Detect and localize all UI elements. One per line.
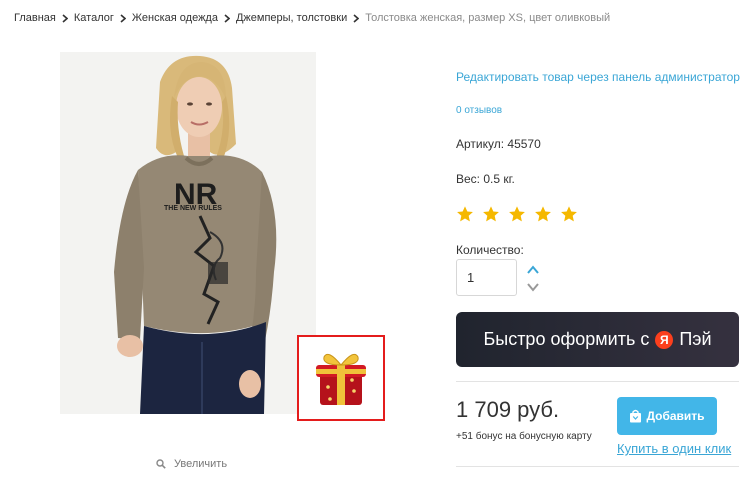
zoom-button[interactable]: Увеличить — [156, 458, 227, 470]
search-icon — [156, 459, 166, 469]
yandex-logo-icon: Я — [655, 330, 674, 349]
yandex-pay-text: Быстро оформить с — [483, 329, 650, 349]
quantity-input[interactable] — [456, 259, 517, 296]
star-icon[interactable] — [482, 205, 500, 223]
chevron-right-icon — [120, 13, 126, 23]
buy-one-click-link[interactable]: Купить в один клик — [617, 441, 731, 456]
chevron-right-icon — [353, 13, 360, 23]
chevron-down-icon[interactable] — [527, 282, 539, 292]
print-subtext: THE NEW RULES — [164, 205, 222, 212]
product-photo-illustration: NR THE NEW RULES — [60, 52, 316, 414]
breadcrumb-current: Толстовка женская, размер XS, цвет оливк… — [365, 12, 611, 24]
quantity-label: Количество: — [456, 243, 524, 257]
product-photo[interactable]: NR THE NEW RULES — [60, 52, 316, 414]
breadcrumb-home[interactable]: Главная — [14, 12, 56, 24]
yandex-pay-button[interactable]: Быстро оформить с Я Пэй — [456, 312, 739, 367]
reviews-link[interactable]: 0 отзывов — [456, 105, 502, 116]
star-icon[interactable] — [560, 205, 578, 223]
star-icon[interactable] — [456, 205, 474, 223]
breadcrumb: Главная Каталог Женская одежда Джемперы,… — [14, 12, 610, 24]
divider — [456, 381, 739, 382]
edit-product-link[interactable]: Редактировать товар через панель админис… — [456, 70, 740, 84]
zoom-label: Увеличить — [174, 458, 228, 470]
sku-text: Артикул: 45570 — [456, 137, 541, 151]
weight-text: Вес: 0.5 кг. — [456, 172, 515, 186]
add-to-cart-button[interactable]: Добавить — [617, 397, 717, 435]
gift-icon — [316, 353, 366, 405]
price: 1 709 руб. — [456, 397, 560, 422]
breadcrumb-catalog[interactable]: Каталог — [74, 12, 114, 24]
yandex-pay-brand: Пэй — [679, 329, 712, 349]
divider — [456, 466, 739, 467]
shopping-bag-icon — [630, 409, 642, 423]
chevron-right-icon — [224, 13, 230, 23]
chevron-right-icon — [62, 13, 68, 23]
gift-thumbnail[interactable] — [297, 335, 385, 421]
chevron-up-icon[interactable] — [527, 265, 539, 275]
star-icon[interactable] — [534, 205, 552, 223]
breadcrumb-jumpers[interactable]: Джемперы, толстовки — [236, 12, 347, 24]
bonus-text: +51 бонус на бонусную карту — [456, 431, 592, 442]
star-icon[interactable] — [508, 205, 526, 223]
add-to-cart-label: Добавить — [646, 409, 705, 423]
rating-stars[interactable] — [456, 205, 578, 223]
breadcrumb-womens-clothing[interactable]: Женская одежда — [132, 12, 218, 24]
